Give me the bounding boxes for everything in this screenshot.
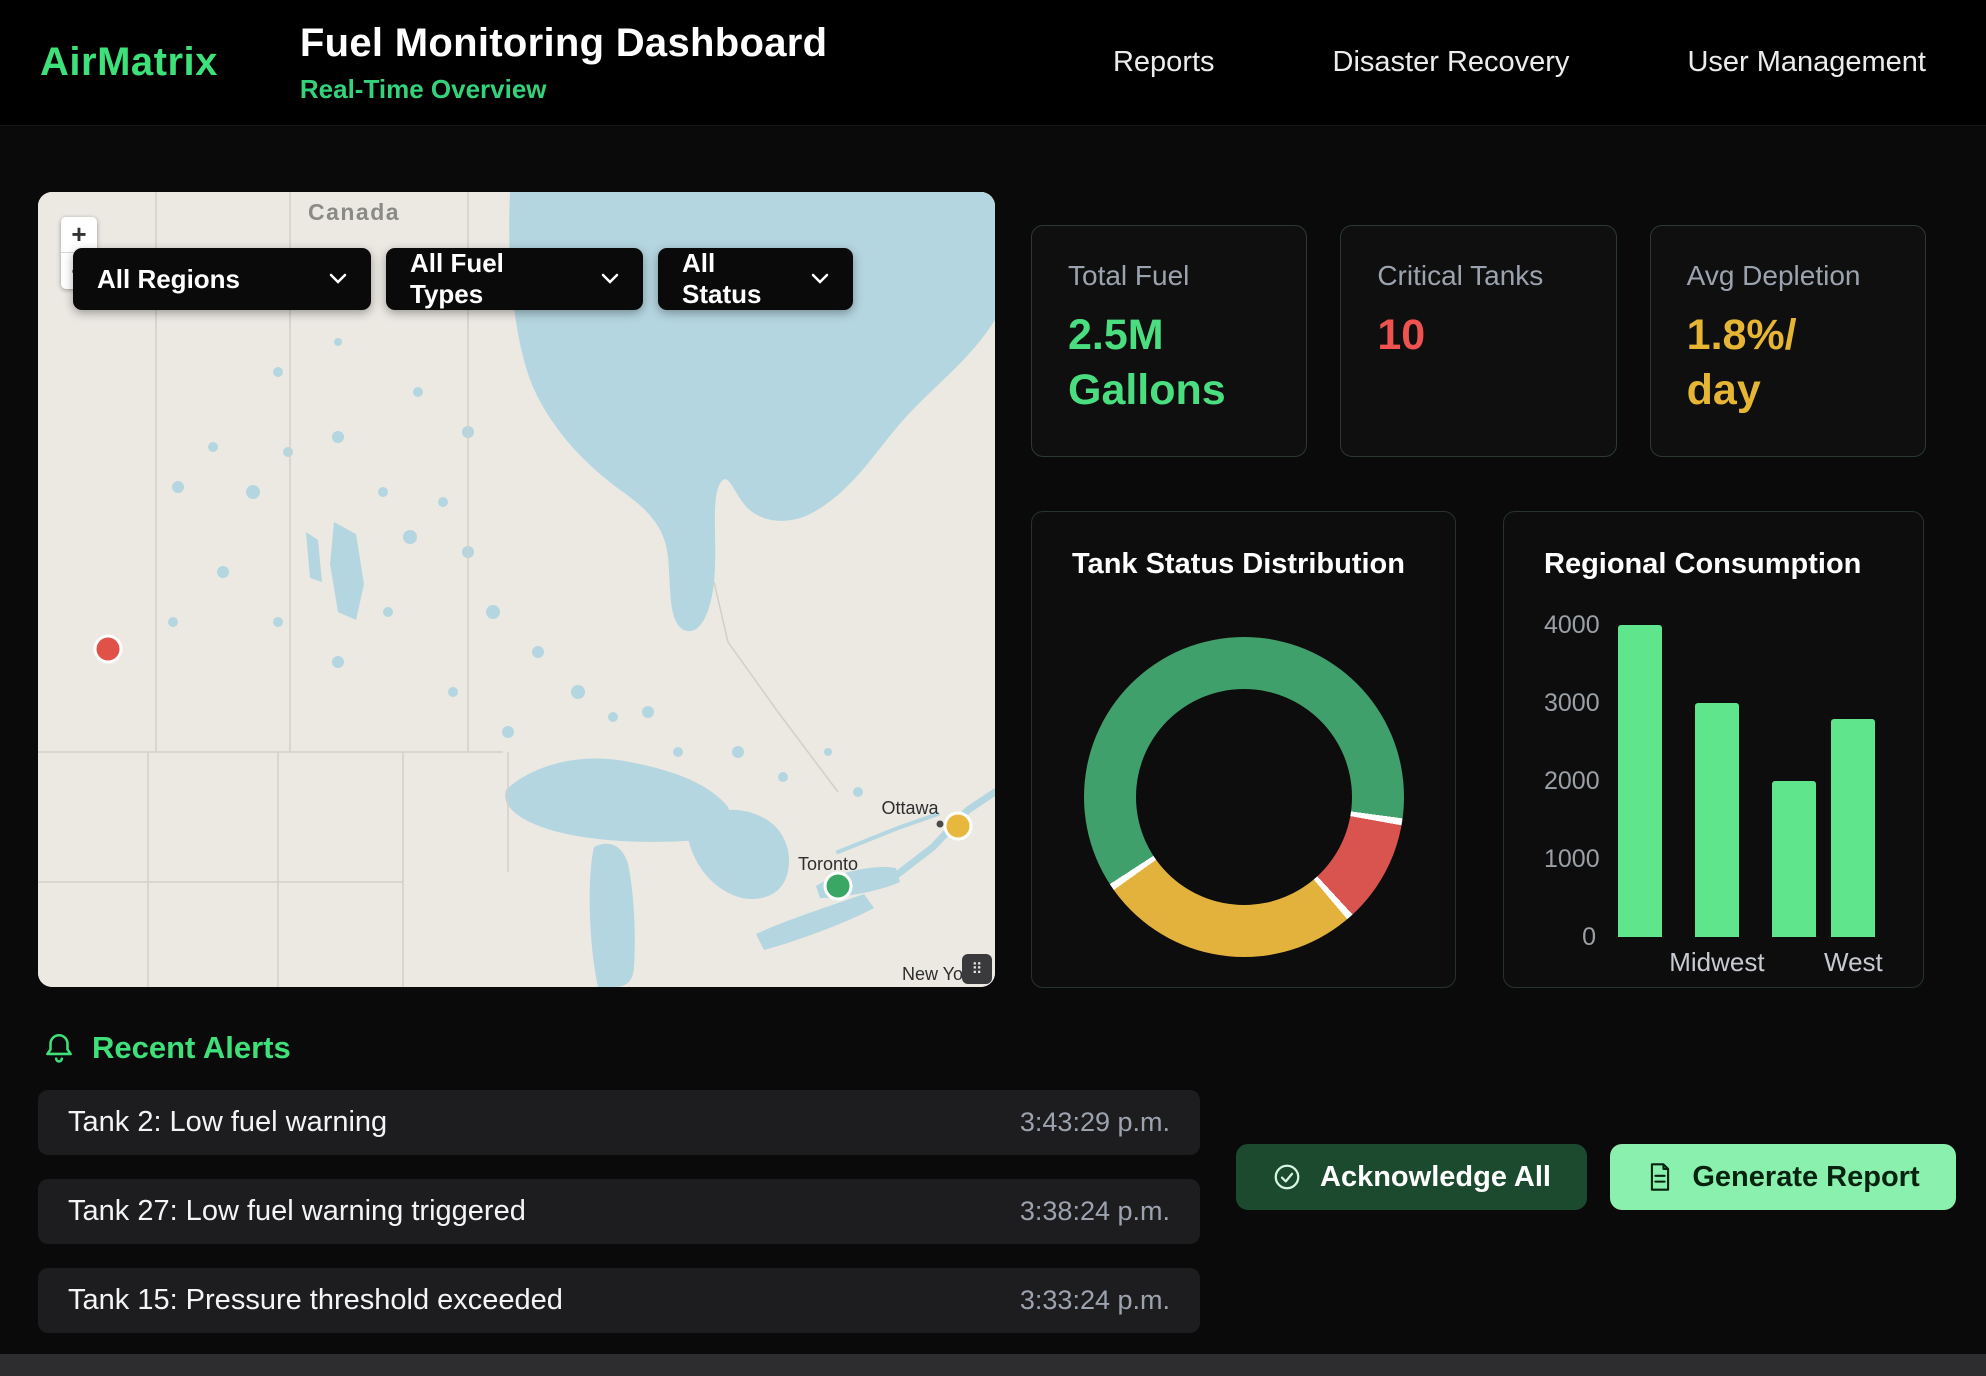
- alerts-title: Recent Alerts: [92, 1030, 291, 1066]
- chart-title: Tank Status Distribution: [1072, 548, 1415, 581]
- x-axis-label: West: [1824, 947, 1883, 979]
- alert-message: Tank 15: Pressure threshold exceeded: [68, 1284, 563, 1317]
- donut-wrap: [1072, 637, 1415, 957]
- stat-card-total-fuel: Total Fuel 2.5M Gallons: [1031, 225, 1307, 457]
- ottawa-city-dot: [937, 821, 944, 828]
- stats-row: Total Fuel 2.5M Gallons Critical Tanks 1…: [1031, 225, 1926, 457]
- chart-title: Regional Consumption: [1544, 548, 1883, 581]
- generate-report-label: Generate Report: [1692, 1161, 1919, 1194]
- alert-actions: Acknowledge All Generate Report: [1236, 1144, 1956, 1210]
- bar-chart-y-axis: 40003000200010000: [1544, 625, 1610, 937]
- alert-row: Tank 2: Low fuel warning 3:43:29 p.m.: [38, 1090, 1200, 1155]
- chevron-down-icon: [811, 273, 829, 285]
- normal-tank-marker[interactable]: [825, 873, 851, 899]
- consumption-bar: [1695, 703, 1739, 937]
- bar-column: [1610, 625, 1669, 979]
- alert-message: Tank 2: Low fuel warning: [68, 1106, 387, 1139]
- region-filter-label: All Regions: [97, 264, 240, 295]
- page-subtitle: Real-Time Overview: [300, 74, 827, 105]
- acknowledge-all-button[interactable]: Acknowledge All: [1236, 1144, 1587, 1210]
- consumption-bar: [1772, 781, 1816, 937]
- stat-label: Total Fuel: [1068, 260, 1270, 292]
- document-icon: [1646, 1162, 1674, 1192]
- stat-card-avg-depletion: Avg Depletion 1.8%/ day: [1650, 225, 1926, 457]
- alert-timestamp: 3:43:29 p.m.: [1020, 1107, 1170, 1138]
- stat-value: 10: [1377, 308, 1579, 363]
- alert-list: Tank 2: Low fuel warning 3:43:29 p.m. Ta…: [38, 1090, 1200, 1333]
- chevron-down-icon: [601, 273, 619, 285]
- bar-column: [1765, 625, 1824, 979]
- consumption-bar: [1618, 625, 1662, 937]
- map-label-ottawa: Ottawa: [881, 798, 939, 818]
- stat-value: 1.8%/ day: [1687, 308, 1889, 418]
- warning-tank-marker[interactable]: [945, 813, 971, 839]
- dashboard-panels: Total Fuel 2.5M Gallons Critical Tanks 1…: [1031, 192, 1926, 988]
- alert-row: Tank 27: Low fuel warning triggered 3:38…: [38, 1179, 1200, 1244]
- partial-next-row: [0, 1354, 1986, 1376]
- fuel-map[interactable]: Canada Ottawa Toronto New York + − All R…: [38, 192, 995, 987]
- critical-tank-marker[interactable]: [95, 636, 121, 662]
- stat-label: Critical Tanks: [1377, 260, 1579, 292]
- alert-message: Tank 27: Low fuel warning triggered: [68, 1195, 526, 1228]
- fuel-type-filter-label: All Fuel Types: [410, 248, 583, 310]
- status-filter-label: All Status: [682, 248, 793, 310]
- alert-timestamp: 3:33:24 p.m.: [1020, 1285, 1170, 1316]
- title-block: Fuel Monitoring Dashboard Real-Time Over…: [300, 21, 827, 105]
- map-canvas[interactable]: Canada Ottawa Toronto New York: [38, 192, 995, 987]
- bell-icon: [42, 1031, 76, 1065]
- map-label-toronto: Toronto: [798, 854, 858, 874]
- nav-disaster-recovery[interactable]: Disaster Recovery: [1333, 46, 1570, 79]
- acknowledge-all-label: Acknowledge All: [1320, 1161, 1551, 1194]
- region-filter-dropdown[interactable]: All Regions: [73, 248, 371, 310]
- nav-reports[interactable]: Reports: [1113, 46, 1215, 79]
- check-circle-icon: [1272, 1162, 1302, 1192]
- bar-column: West: [1824, 625, 1883, 979]
- main-content: Canada Ottawa Toronto New York + − All R…: [0, 126, 1986, 988]
- tank-status-card: Tank Status Distribution: [1031, 511, 1456, 988]
- nav-user-management[interactable]: User Management: [1687, 46, 1926, 79]
- status-filter-dropdown[interactable]: All Status: [658, 248, 853, 310]
- stat-value: 2.5M Gallons: [1068, 308, 1270, 418]
- fuel-type-filter-dropdown[interactable]: All Fuel Types: [386, 248, 643, 310]
- page-title: Fuel Monitoring Dashboard: [300, 21, 827, 66]
- charts-row: Tank Status Distribution Regional Consum…: [1031, 511, 1926, 988]
- bar-chart-plot: Midwest West: [1610, 625, 1883, 979]
- stat-label: Avg Depletion: [1687, 260, 1889, 292]
- x-axis-label: Midwest: [1669, 947, 1764, 979]
- alerts-header: Recent Alerts: [42, 1030, 1986, 1066]
- consumption-bar: [1831, 719, 1875, 937]
- stat-card-critical-tanks: Critical Tanks 10: [1340, 225, 1616, 457]
- regional-consumption-card: Regional Consumption 40003000200010000 M…: [1503, 511, 1924, 988]
- regional-consumption-bar-chart: 40003000200010000 Midwest West: [1544, 625, 1883, 979]
- bar-column: Midwest: [1669, 625, 1764, 979]
- app-logo: AirMatrix: [40, 40, 218, 85]
- map-filters: All Regions All Fuel Types All Status: [73, 248, 853, 310]
- alert-row: Tank 15: Pressure threshold exceeded 3:3…: [38, 1268, 1200, 1333]
- top-bar: AirMatrix Fuel Monitoring Dashboard Real…: [0, 0, 1986, 126]
- alert-timestamp: 3:38:24 p.m.: [1020, 1196, 1170, 1227]
- map-label-canada: Canada: [308, 199, 400, 225]
- generate-report-button[interactable]: Generate Report: [1610, 1144, 1956, 1210]
- map-attribution-grip[interactable]: ⠿: [962, 954, 992, 984]
- chevron-down-icon: [329, 273, 347, 285]
- tank-status-donut-chart: [1084, 637, 1404, 957]
- top-nav: Reports Disaster Recovery User Managemen…: [1113, 46, 1926, 79]
